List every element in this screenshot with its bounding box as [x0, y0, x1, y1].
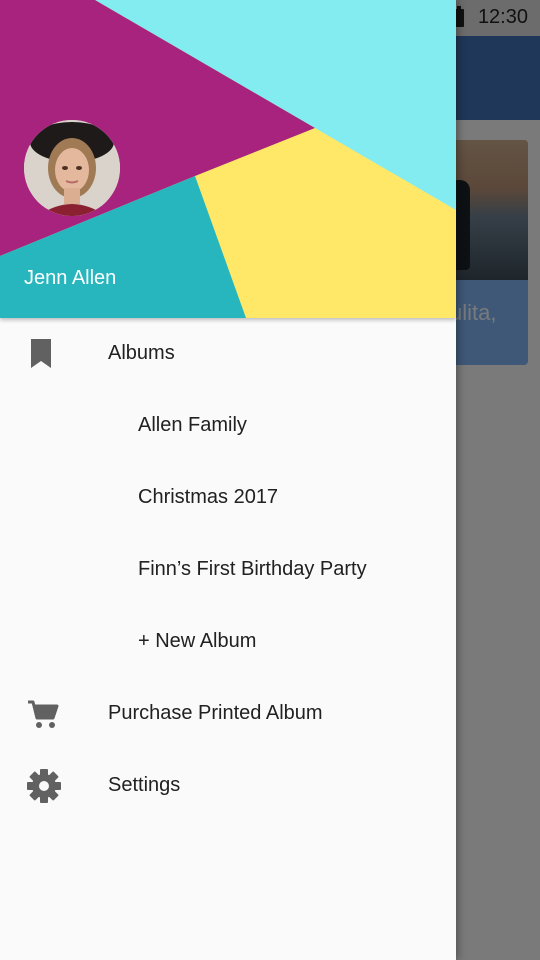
drawer-header: Jenn Allen — [0, 0, 456, 318]
menu-label-purchase: Purchase Printed Album — [108, 702, 323, 724]
album-item-finns-birthday[interactable]: Finn’s First Birthday Party — [0, 534, 456, 606]
album-item-allen-family[interactable]: Allen Family — [0, 390, 456, 462]
new-album-button[interactable]: + New Album — [0, 606, 456, 678]
new-album-label: + New Album — [138, 630, 257, 652]
user-avatar[interactable] — [24, 120, 120, 216]
menu-item-purchase-printed-album[interactable]: Purchase Printed Album — [0, 678, 456, 750]
user-name: Jenn Allen — [24, 267, 117, 289]
album-label: Allen Family — [138, 414, 247, 436]
menu-label-albums: Albums — [108, 342, 175, 364]
bookmark-icon — [26, 336, 62, 372]
navigation-drawer: Jenn Allen Albums Allen Family Christmas… — [0, 0, 456, 960]
gear-icon — [26, 768, 62, 804]
menu-label-settings: Settings — [108, 774, 181, 796]
menu-item-albums[interactable]: Albums — [0, 318, 456, 390]
album-item-christmas-2017[interactable]: Christmas 2017 — [0, 462, 456, 534]
drawer-menu: Albums Allen Family Christmas 2017 Finn’… — [0, 318, 456, 822]
cart-icon — [26, 696, 62, 732]
album-label: Finn’s First Birthday Party — [138, 558, 367, 580]
menu-item-settings[interactable]: Settings — [0, 750, 456, 822]
album-label: Christmas 2017 — [138, 486, 279, 508]
